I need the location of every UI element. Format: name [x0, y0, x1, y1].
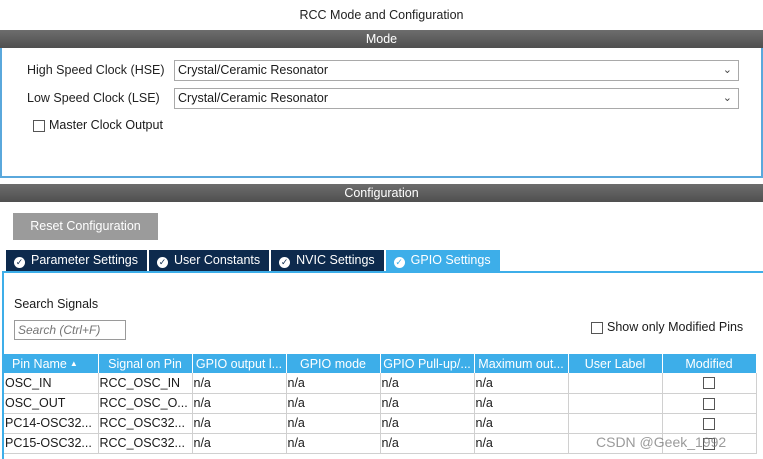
table-row[interactable]: OSC_IN RCC_OSC_IN n/a n/a n/a n/a	[4, 373, 757, 394]
table-row[interactable]: OSC_OUT RCC_OSC_O... n/a n/a n/a n/a	[4, 393, 757, 414]
cell-modified	[662, 393, 757, 414]
table-header-row: Pin Name ▲ Signal on Pin GPIO output l...…	[4, 354, 757, 373]
cell-pin-name: OSC_IN	[4, 373, 99, 394]
configuration-tabs: ✓ Parameter Settings ✓ User Constants ✓ NVI…	[6, 250, 502, 271]
column-header-modified[interactable]: Modified	[662, 354, 757, 373]
cell-gpio-mode: n/a	[286, 413, 381, 434]
lse-select[interactable]: Crystal/Ceramic Resonator ⌄	[174, 88, 739, 109]
cell-signal: RCC_OSC32...	[98, 413, 193, 434]
cell-signal: RCC_OSC_IN	[98, 373, 193, 394]
column-header-gpio-pull[interactable]: GPIO Pull-up/...	[380, 354, 475, 373]
show-only-modified-checkbox[interactable]	[591, 321, 603, 334]
window-title: RCC Mode and Configuration	[0, 0, 763, 30]
show-only-modified-option[interactable]: Show only Modified Pins	[591, 320, 743, 334]
cell-signal: RCC_OSC_O...	[98, 393, 193, 414]
cell-pin-name: PC14-OSC32...	[4, 413, 99, 434]
hse-select[interactable]: Crystal/Ceramic Resonator ⌄	[174, 60, 739, 81]
master-clock-output-checkbox[interactable]	[33, 119, 45, 132]
cell-max-speed: n/a	[474, 373, 569, 394]
show-only-modified-label: Show only Modified Pins	[607, 320, 744, 334]
cell-max-speed: n/a	[474, 413, 569, 434]
mode-section-header: Mode	[0, 30, 763, 48]
column-header-gpio-mode[interactable]: GPIO mode	[286, 354, 381, 373]
tab-user-constants[interactable]: ✓ User Constants	[149, 250, 270, 271]
check-circle-icon: ✓	[157, 257, 168, 268]
reset-configuration-button[interactable]: Reset Configuration	[13, 213, 158, 240]
cell-pull: n/a	[380, 413, 475, 434]
cell-pin-name: PC15-OSC32...	[4, 433, 99, 454]
cell-gpio-mode: n/a	[286, 393, 381, 414]
tab-parameter-settings[interactable]: ✓ Parameter Settings	[6, 250, 147, 271]
cell-user-label[interactable]	[568, 413, 663, 434]
hse-label: High Speed Clock (HSE)	[27, 63, 165, 77]
cell-max-speed: n/a	[474, 393, 569, 414]
cell-user-label[interactable]	[568, 373, 663, 394]
lse-label: Low Speed Clock (LSE)	[27, 91, 160, 105]
chevron-down-icon: ⌄	[722, 64, 732, 76]
master-clock-output-label: Master Clock Output	[49, 118, 163, 132]
cell-modified	[662, 373, 757, 394]
tab-gpio-settings[interactable]: ✓ GPIO Settings	[385, 250, 500, 271]
check-circle-icon: ✓	[14, 257, 25, 268]
cell-output-level: n/a	[192, 433, 287, 454]
cell-output-level: n/a	[192, 373, 287, 394]
cell-pull: n/a	[380, 433, 475, 454]
cell-user-label[interactable]	[568, 393, 663, 414]
tab-label: GPIO Settings	[410, 253, 491, 267]
cell-output-level: n/a	[192, 393, 287, 414]
table-row[interactable]: PC14-OSC32... RCC_OSC32... n/a n/a n/a n…	[4, 413, 757, 434]
cell-output-level: n/a	[192, 413, 287, 434]
cell-pull: n/a	[380, 393, 475, 414]
watermark: CSDN @Geek_1992	[596, 434, 727, 450]
column-header-user-label[interactable]: User Label	[568, 354, 663, 373]
search-signals-input[interactable]	[14, 320, 126, 340]
column-header-gpio-output-level[interactable]: GPIO output l...	[192, 354, 287, 373]
chevron-down-icon: ⌄	[722, 92, 732, 104]
sort-up-icon: ▲	[69, 358, 78, 368]
search-signals-label: Search Signals	[14, 297, 99, 311]
lse-select-value: Crystal/Ceramic Resonator	[178, 91, 329, 105]
tab-nvic-settings[interactable]: ✓ NVIC Settings	[271, 250, 384, 271]
check-circle-icon: ✓	[279, 257, 291, 268]
modified-checkbox[interactable]	[703, 377, 715, 390]
cell-modified	[662, 413, 757, 434]
hse-select-value: Crystal/Ceramic Resonator	[178, 63, 329, 77]
column-header-maximum-output-speed[interactable]: Maximum out...	[474, 354, 569, 373]
column-header-signal-on-pin[interactable]: Signal on Pin	[98, 354, 193, 373]
column-header-label: Pin Name	[12, 356, 67, 371]
configuration-section-header: Configuration	[0, 184, 763, 202]
cell-signal: RCC_OSC32...	[98, 433, 193, 454]
modified-checkbox[interactable]	[703, 417, 715, 430]
check-circle-icon: ✓	[393, 257, 405, 268]
cell-max-speed: n/a	[474, 433, 569, 454]
column-header-pin-name[interactable]: Pin Name ▲	[4, 354, 99, 373]
master-clock-output-option[interactable]: Master Clock Output	[33, 118, 163, 132]
tab-label: NVIC Settings	[296, 253, 375, 267]
cell-pin-name: OSC_OUT	[4, 393, 99, 414]
tab-label: Parameter Settings	[31, 253, 138, 267]
cell-gpio-mode: n/a	[286, 433, 381, 454]
cell-gpio-mode: n/a	[286, 373, 381, 394]
tab-label: User Constants	[174, 253, 261, 267]
modified-checkbox[interactable]	[703, 397, 715, 410]
cell-pull: n/a	[380, 373, 475, 394]
